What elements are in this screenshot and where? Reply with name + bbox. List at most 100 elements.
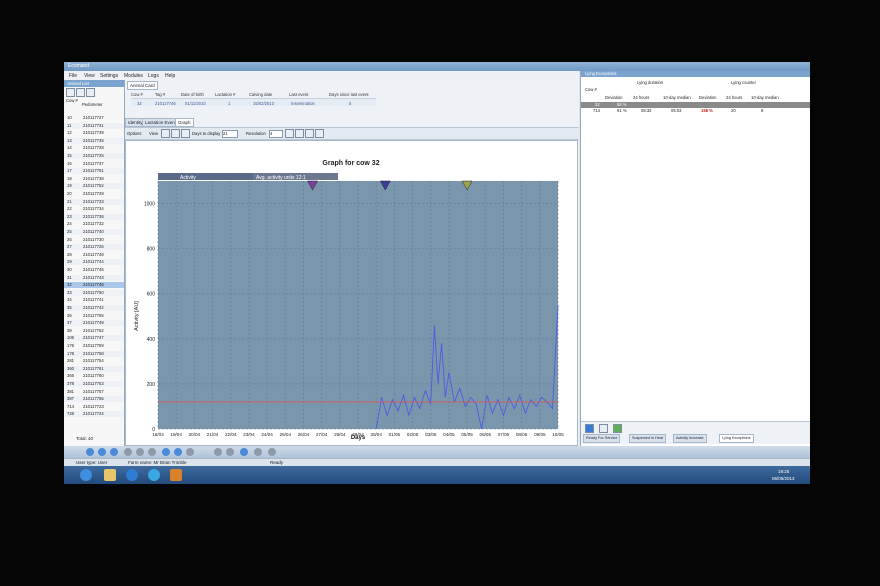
back-icon[interactable] <box>86 448 94 456</box>
app-icon[interactable] <box>170 469 182 481</box>
animal-list-row[interactable]: 19 210117752 <box>64 183 124 190</box>
animal-list-row[interactable]: 25 210117740 <box>64 229 124 235</box>
print-list-icon[interactable] <box>599 424 608 433</box>
animal-list-row[interactable]: 36 210117755 <box>64 313 124 319</box>
refresh-icon[interactable] <box>76 88 85 97</box>
save-icon[interactable] <box>305 129 314 138</box>
animal-list-row[interactable]: 14 210117728 <box>64 145 124 151</box>
animal-list-row[interactable]: 29 210117744 <box>64 259 124 266</box>
animal-list-row[interactable]: 26 210117730 <box>64 237 124 243</box>
export-icon[interactable] <box>86 88 95 97</box>
animal-list-row[interactable]: 23 210117736 <box>64 213 124 220</box>
tab-graph[interactable]: Graph <box>175 118 194 127</box>
settings-icon[interactable] <box>315 129 324 138</box>
tab-suspected-heat[interactable]: Suspected in Heat <box>629 434 667 443</box>
row-cow-number: 12 <box>67 130 72 136</box>
animal-list-row[interactable]: 34 210117741 <box>64 297 124 303</box>
export-list-icon[interactable] <box>613 424 622 433</box>
col-median-2[interactable]: 10-day median <box>751 95 779 100</box>
add-icon[interactable] <box>162 448 170 456</box>
tab-animal-card[interactable]: Animal Card <box>127 81 158 90</box>
animal-list-row[interactable]: 13 210117735 <box>64 137 124 144</box>
start-button[interactable] <box>80 469 92 481</box>
animal-list-row[interactable]: 28 210117748 <box>64 252 124 258</box>
col-24h-1[interactable]: 24 hours <box>633 95 649 100</box>
animal-list-row[interactable]: 31 210117743 <box>64 274 124 281</box>
animal-list-row[interactable]: 30 210117745 <box>64 267 124 273</box>
x-tick-label: 21/04 <box>207 432 219 437</box>
animal-list-row[interactable]: 38 210117762 <box>64 328 124 334</box>
browser-icon[interactable] <box>148 469 160 481</box>
check-icon[interactable] <box>268 448 276 456</box>
print-icon-2[interactable] <box>226 448 234 456</box>
animal-list-row[interactable]: 21 210117733 <box>64 198 124 205</box>
pan-icon[interactable] <box>171 129 180 138</box>
animal-list-row[interactable]: 37 210117749 <box>64 320 124 327</box>
sum-icon[interactable] <box>240 448 248 456</box>
animal-list-row[interactable]: 27 210117726 <box>64 244 124 251</box>
animal-list-row[interactable]: 360 210117761 <box>64 365 124 372</box>
menu-help[interactable]: Help <box>165 73 175 79</box>
animal-list-row[interactable]: 20 210117729 <box>64 191 124 197</box>
animal-list-row[interactable]: 32 210117746 <box>64 282 124 289</box>
animal-list-row[interactable]: 17 210117751 <box>64 168 124 175</box>
menu-modules[interactable]: Modules <box>124 73 143 79</box>
animal-list-row[interactable]: 106 210117747 <box>64 335 124 342</box>
col-cow[interactable]: Cow # <box>66 98 78 103</box>
print-icon[interactable] <box>295 129 304 138</box>
animal-list-row[interactable]: 714 210117723 <box>64 404 124 410</box>
menu-logs[interactable]: Logs <box>148 73 159 79</box>
edit-icon[interactable] <box>174 448 182 456</box>
days-to-display-select[interactable]: 21 <box>222 130 238 138</box>
col-24h-2[interactable]: 24 hours <box>726 95 742 100</box>
col-deviation-1[interactable]: Deviation <box>605 95 622 100</box>
animal-list-row[interactable]: 365 210117760 <box>64 373 124 379</box>
forward-icon[interactable] <box>98 448 106 456</box>
animal-list-row[interactable]: 281 210117754 <box>64 358 124 364</box>
tab-lying-exceptions[interactable]: Lying Exceptions <box>719 434 754 443</box>
animal-list-row[interactable]: 16 210117737 <box>64 161 124 167</box>
animal-list-row[interactable]: 33 210117750 <box>64 289 124 296</box>
options-button[interactable]: Options <box>127 131 141 136</box>
animal-list-row[interactable]: 18 210117738 <box>64 176 124 182</box>
animal-list-row[interactable]: 381 210117757 <box>64 389 124 395</box>
media-player-icon[interactable] <box>126 469 138 481</box>
animal-list-row[interactable]: 726 210117724 <box>64 411 124 418</box>
col-deviation-2[interactable]: Deviation <box>699 95 716 100</box>
animal-list-row[interactable]: 10 210117727 <box>64 115 124 121</box>
animal-list-row[interactable]: 378 210117753 <box>64 381 124 387</box>
animal-list-row[interactable]: 12 210117739 <box>64 130 124 136</box>
refresh-list-icon[interactable] <box>585 424 594 433</box>
prev-icon[interactable] <box>285 129 294 138</box>
col-cow-r[interactable]: Cow # <box>585 87 597 92</box>
filter-icon[interactable] <box>66 88 75 97</box>
reset-icon[interactable] <box>181 129 190 138</box>
animal-list-row[interactable]: 35 210117742 <box>64 305 124 311</box>
menu-file[interactable]: File <box>69 73 77 79</box>
tools-icon[interactable] <box>214 448 222 456</box>
cancel-icon[interactable] <box>124 448 132 456</box>
zoom-icon[interactable] <box>161 129 170 138</box>
resolution-select[interactable]: 4 <box>269 130 283 138</box>
animal-list-row[interactable]: 178 210117758 <box>64 350 124 357</box>
tab-ready-for-service[interactable]: Ready For Service <box>583 434 621 443</box>
view-button[interactable]: View <box>149 131 158 136</box>
animal-list-row[interactable]: 11 210117731 <box>64 122 124 129</box>
stop-icon[interactable] <box>136 448 144 456</box>
remove-icon[interactable] <box>186 448 194 456</box>
col-pedometer[interactable]: Pedometer <box>82 102 102 107</box>
close-icon[interactable] <box>148 448 156 456</box>
animal-list-row[interactable]: 24 210117732 <box>64 221 124 227</box>
col-median-1[interactable]: 10-day median <box>663 95 691 100</box>
lying-row[interactable]: 714 91 % 08:32 05:03 158 % 20 8 <box>581 108 810 114</box>
search-icon[interactable] <box>110 448 118 456</box>
explorer-icon[interactable] <box>104 469 116 481</box>
animal-list-row[interactable]: 176 210117759 <box>64 343 124 349</box>
report-icon[interactable] <box>254 448 262 456</box>
animal-list-row[interactable]: 22 210117734 <box>64 206 124 212</box>
animal-list-row[interactable]: 15 210117725 <box>64 153 124 159</box>
tab-activity-increase[interactable]: Activity Increase <box>673 434 707 443</box>
menu-settings[interactable]: Settings <box>100 73 118 79</box>
menu-view[interactable]: View <box>84 73 95 79</box>
animal-list-row[interactable]: 387 210117756 <box>64 396 124 403</box>
